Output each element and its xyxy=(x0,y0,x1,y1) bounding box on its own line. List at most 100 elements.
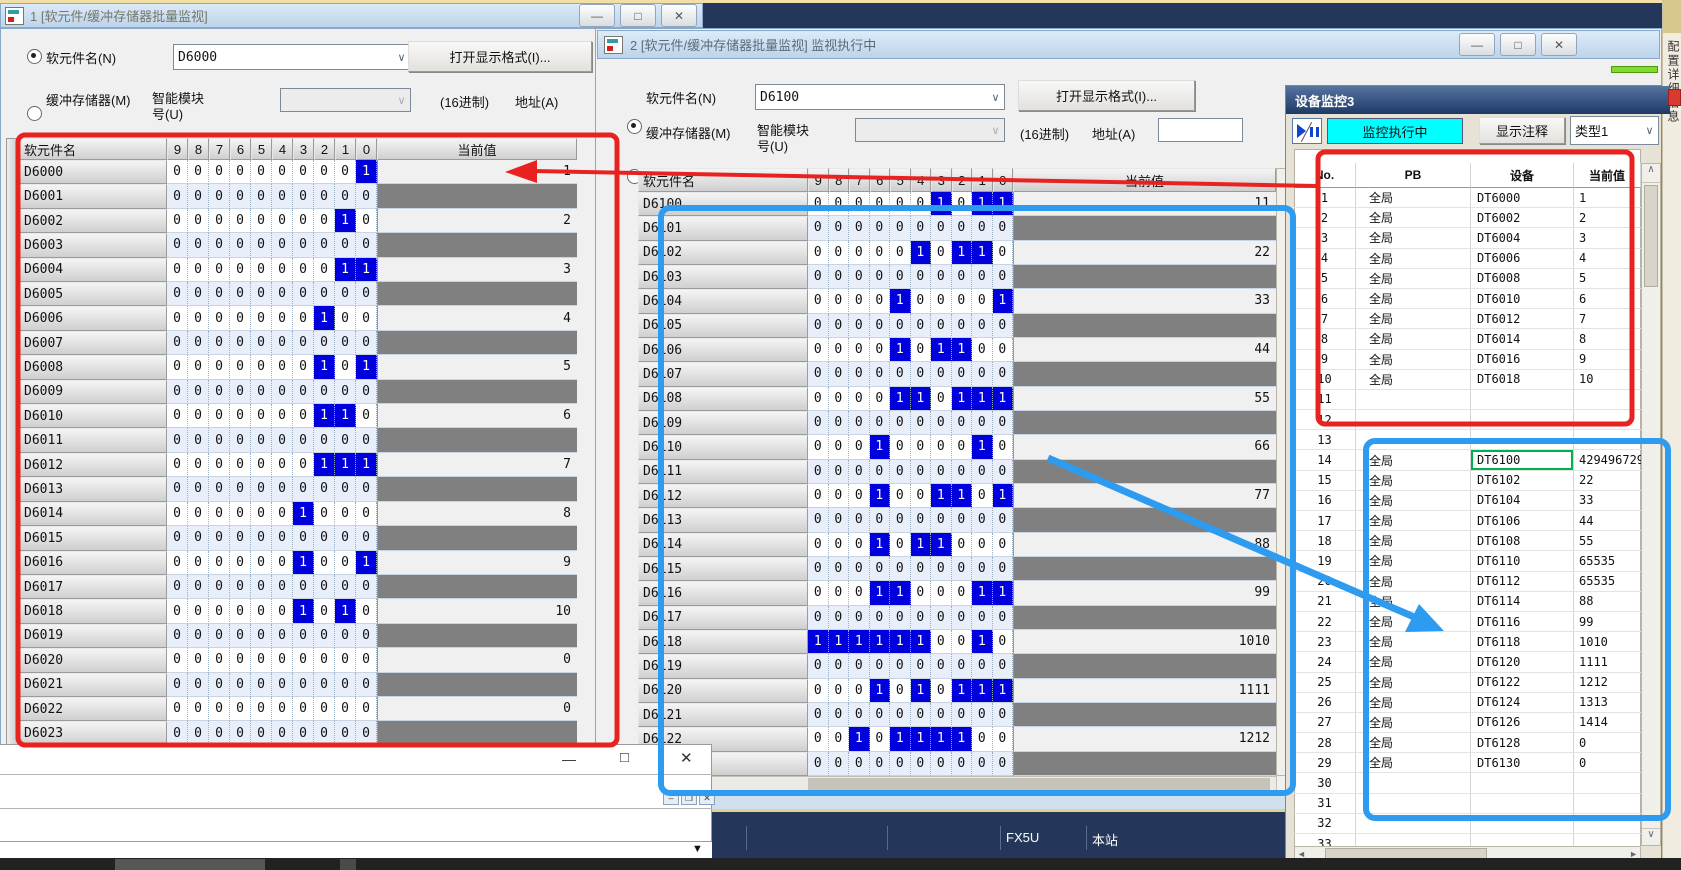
bit-cell[interactable]: 0 xyxy=(972,265,993,289)
bit-cell[interactable]: 1 xyxy=(849,727,870,751)
bit-cell[interactable]: 0 xyxy=(251,648,272,672)
bit-cell[interactable]: 0 xyxy=(188,428,209,452)
bit-cell[interactable]: 0 xyxy=(952,581,973,605)
bit-cell[interactable]: 1 xyxy=(356,453,377,477)
bit-cell[interactable]: 0 xyxy=(167,380,188,404)
bit-cell[interactable]: 1 xyxy=(870,435,891,459)
bit-cell[interactable]: 1 xyxy=(931,533,952,557)
current-value-cell[interactable]: 11 xyxy=(1013,192,1276,216)
panel-row[interactable]: 30 xyxy=(1294,773,1641,793)
current-value-cell[interactable] xyxy=(1013,606,1276,630)
bit-cell[interactable]: 0 xyxy=(188,380,209,404)
device-name-combo[interactable]: D6100 ∨ xyxy=(755,84,1005,110)
bit-cell[interactable]: 0 xyxy=(293,404,314,428)
current-value-cell[interactable]: 1 xyxy=(377,160,577,184)
bit-cell[interactable]: 0 xyxy=(356,502,377,526)
panel-value-cell[interactable] xyxy=(1574,814,1641,834)
bit-cell[interactable]: 0 xyxy=(890,533,911,557)
bit-cell[interactable]: 0 xyxy=(188,160,209,184)
bit-cell[interactable]: 1 xyxy=(972,192,993,216)
bit-cell[interactable]: 1 xyxy=(952,241,973,265)
panel-pb-cell[interactable]: 全局 xyxy=(1356,612,1471,632)
bit-cell[interactable]: 0 xyxy=(993,606,1014,630)
bit-cell[interactable]: 0 xyxy=(167,160,188,184)
bit-cell[interactable]: 0 xyxy=(272,721,293,745)
bit-cell[interactable]: 0 xyxy=(993,435,1014,459)
bit-cell[interactable]: 0 xyxy=(952,703,973,727)
bit-cell[interactable]: 1 xyxy=(808,630,829,654)
taskbar-item[interactable] xyxy=(340,859,356,870)
current-value-cell[interactable]: 99 xyxy=(1013,581,1276,605)
bit-cell[interactable]: 0 xyxy=(952,192,973,216)
bit-cell[interactable]: 0 xyxy=(952,216,973,240)
bit-cell[interactable]: 0 xyxy=(849,703,870,727)
bit-cell[interactable]: 0 xyxy=(230,184,251,208)
panel-no-cell[interactable]: 29 xyxy=(1294,753,1356,773)
bit-cell[interactable]: 0 xyxy=(993,752,1014,776)
bit-cell[interactable]: 0 xyxy=(188,306,209,330)
device-cell[interactable]: D6112 xyxy=(638,484,808,508)
bit-cell[interactable]: 0 xyxy=(230,404,251,428)
bit-cell[interactable]: 1 xyxy=(870,533,891,557)
bit-cell[interactable]: 0 xyxy=(911,216,932,240)
panel-row[interactable]: 27全局DT61261414 xyxy=(1294,713,1641,733)
bit-cell[interactable]: 1 xyxy=(993,192,1014,216)
panel-no-cell[interactable]: 4 xyxy=(1294,249,1356,269)
panel-row[interactable]: 18全局DT610855 xyxy=(1294,531,1641,551)
device-cell[interactable]: D6101 xyxy=(638,216,808,240)
bit-cell[interactable]: 0 xyxy=(335,380,356,404)
close-button[interactable]: ✕ xyxy=(1541,33,1577,56)
bit-cell[interactable]: 0 xyxy=(808,703,829,727)
bit-cell[interactable]: 0 xyxy=(849,460,870,484)
device-cell[interactable]: D6020 xyxy=(19,648,167,672)
bit-cell[interactable]: 0 xyxy=(993,654,1014,678)
bit-cell[interactable]: 0 xyxy=(314,575,335,599)
bit-cell[interactable]: 0 xyxy=(167,648,188,672)
panel-device-cell[interactable]: DT6126 xyxy=(1471,713,1574,733)
bit-cell[interactable]: 0 xyxy=(209,648,230,672)
bit-cell[interactable]: 0 xyxy=(188,355,209,379)
chevron-down-icon[interactable]: ∨ xyxy=(1641,124,1658,137)
bit-cell[interactable]: 1 xyxy=(829,630,850,654)
window1-titlebar[interactable]: 1 [软元件/缓冲存储器批量监视] — □ ✕ xyxy=(0,3,703,28)
panel-device-cell[interactable] xyxy=(1471,814,1574,834)
bit-cell[interactable]: 0 xyxy=(829,387,850,411)
bit-cell[interactable]: 0 xyxy=(230,209,251,233)
device-cell[interactable]: D6019 xyxy=(19,624,167,648)
bit-cell[interactable]: 0 xyxy=(911,508,932,532)
panel-vscrollbar[interactable]: ∧ ∨ xyxy=(1641,163,1661,846)
bit-cell[interactable]: 0 xyxy=(356,282,377,306)
bit-cell[interactable]: 0 xyxy=(230,233,251,257)
bit-cell[interactable]: 0 xyxy=(209,624,230,648)
device-cell[interactable]: D6110 xyxy=(638,435,808,459)
bit-cell[interactable]: 1 xyxy=(911,241,932,265)
bit-cell[interactable]: 1 xyxy=(314,404,335,428)
bit-cell[interactable]: 1 xyxy=(993,581,1014,605)
device-cell[interactable]: D6117 xyxy=(638,606,808,630)
panel-device-cell[interactable]: DT6124 xyxy=(1471,693,1574,713)
panel-device-cell[interactable]: DT6118 xyxy=(1471,632,1574,652)
bit-cell[interactable]: 0 xyxy=(829,557,850,581)
panel-device-cell[interactable]: DT6128 xyxy=(1471,733,1574,753)
bit-cell[interactable]: 1 xyxy=(931,727,952,751)
panel-pb-cell[interactable]: 全局 xyxy=(1356,228,1471,248)
panel-no-cell[interactable]: 3 xyxy=(1294,228,1356,248)
bit-cell[interactable]: 0 xyxy=(167,721,188,745)
bit-cell[interactable]: 0 xyxy=(167,526,188,550)
bit-cell[interactable]: 0 xyxy=(314,648,335,672)
panel-row[interactable]: 22全局DT611699 xyxy=(1294,612,1641,632)
bit-cell[interactable]: 0 xyxy=(931,289,952,313)
panel-pb-cell[interactable] xyxy=(1356,834,1471,846)
bit-cell[interactable]: 1 xyxy=(952,338,973,362)
bit-cell[interactable]: 0 xyxy=(870,314,891,338)
bit-cell[interactable]: 0 xyxy=(188,282,209,306)
bit-cell[interactable]: 0 xyxy=(188,624,209,648)
bit-cell[interactable]: 0 xyxy=(335,233,356,257)
current-value-cell[interactable]: 1010 xyxy=(1013,630,1276,654)
bit-cell[interactable]: 1 xyxy=(931,338,952,362)
dropdown-arrow-icon[interactable]: ▼ xyxy=(692,843,703,855)
bit-cell[interactable]: 0 xyxy=(829,484,850,508)
panel-pb-cell[interactable] xyxy=(1356,430,1471,450)
bit-cell[interactable]: 0 xyxy=(314,526,335,550)
open-display-format-button[interactable]: 打开显示格式(I)... xyxy=(1018,80,1195,111)
